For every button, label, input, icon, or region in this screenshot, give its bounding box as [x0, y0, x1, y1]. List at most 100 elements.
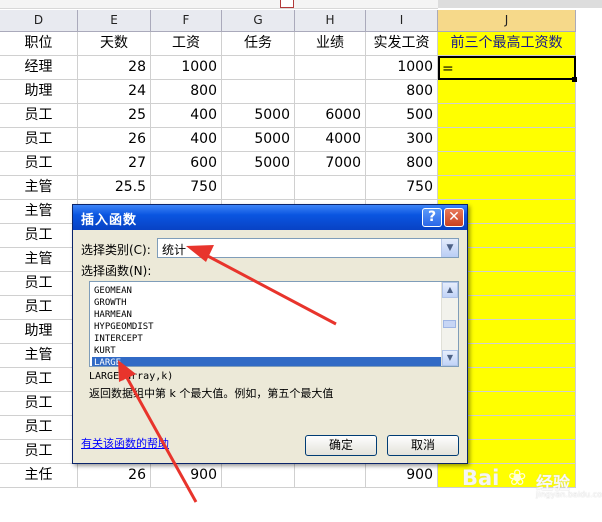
function-list-item[interactable]: GROWTH	[92, 297, 442, 309]
column-header-h[interactable]: H	[295, 10, 366, 32]
function-list-item[interactable]: GEOMEAN	[92, 285, 442, 297]
function-list[interactable]: GEOMEAN GROWTH HARMEAN HYPGEOMDIST INTERCEPT…	[89, 281, 459, 367]
table-cell[interactable]: 600	[151, 152, 222, 176]
active-cell[interactable]: =	[438, 56, 576, 80]
table-cell[interactable]: 400	[151, 128, 222, 152]
ok-button[interactable]: 确定	[305, 435, 377, 456]
table-cell[interactable]	[295, 56, 366, 80]
function-list-item[interactable]: HARMEAN	[92, 309, 442, 321]
function-list-item[interactable]: KURT	[92, 345, 442, 357]
function-syntax: LARGE(array,k)	[89, 371, 174, 382]
table-cell[interactable]: 5000	[222, 152, 295, 176]
table-cell[interactable]: 900	[151, 464, 222, 488]
table-cell[interactable]: 主管	[0, 344, 78, 368]
header-cell[interactable]: 实发工资	[366, 32, 438, 56]
watermark-site: jingyan.baidu.com	[536, 490, 602, 499]
table-cell[interactable]: 4000	[295, 128, 366, 152]
table-cell[interactable]: 员工	[0, 152, 78, 176]
dialog-title-bar[interactable]: 插入函数 ? ✕	[73, 205, 467, 230]
table-cell[interactable]	[438, 176, 576, 200]
watermark-logo: Bai	[462, 466, 500, 490]
table-cell[interactable]: 5000	[222, 128, 295, 152]
table-cell[interactable]: 750	[151, 176, 222, 200]
table-cell[interactable]: 25	[78, 104, 151, 128]
category-label: 选择类别(C):	[81, 243, 151, 257]
table-cell[interactable]: 800	[366, 152, 438, 176]
fill-handle[interactable]	[572, 77, 577, 82]
table-cell[interactable]: 400	[151, 104, 222, 128]
table-cell[interactable]: 28	[78, 56, 151, 80]
table-cell[interactable]: 主管	[0, 200, 78, 224]
scroll-up-icon[interactable]: ▲	[442, 282, 458, 298]
category-select[interactable]: 统计 ▼	[157, 238, 459, 258]
header-cell[interactable]: 前三个最高工资数	[438, 32, 576, 56]
table-cell[interactable]: 26	[78, 128, 151, 152]
column-header-i[interactable]: I	[366, 10, 438, 32]
table-cell[interactable]	[222, 176, 295, 200]
table-cell[interactable]: 员工	[0, 128, 78, 152]
table-cell[interactable]	[222, 80, 295, 104]
table-cell[interactable]: 300	[366, 128, 438, 152]
table-cell[interactable]: 5000	[222, 104, 295, 128]
column-header-e[interactable]: E	[78, 10, 151, 32]
table-cell[interactable]	[222, 464, 295, 488]
table-cell[interactable]: 经理	[0, 56, 78, 80]
column-header-f[interactable]: F	[151, 10, 222, 32]
table-cell[interactable]	[438, 104, 576, 128]
table-cell[interactable]: 1000	[151, 56, 222, 80]
help-link[interactable]: 有关该函数的帮助	[81, 435, 169, 451]
scroll-thumb[interactable]	[443, 320, 456, 328]
table-cell[interactable]	[222, 56, 295, 80]
table-cell[interactable]	[438, 80, 576, 104]
paw-icon: ❀	[508, 466, 527, 491]
header-cell[interactable]: 任务	[222, 32, 295, 56]
table-cell[interactable]: 员工	[0, 368, 78, 392]
table-cell[interactable]: 800	[151, 80, 222, 104]
table-cell[interactable]: 750	[366, 176, 438, 200]
table-cell[interactable]	[295, 464, 366, 488]
table-cell[interactable]: 员工	[0, 392, 78, 416]
table-cell[interactable]: 800	[366, 80, 438, 104]
table-cell[interactable]: 员工	[0, 224, 78, 248]
function-label: 选择函数(N):	[81, 264, 152, 278]
table-cell[interactable]: 员工	[0, 440, 78, 464]
table-cell[interactable]: 主任	[0, 464, 78, 488]
table-cell[interactable]: 27	[78, 152, 151, 176]
table-cell[interactable]: 主管	[0, 176, 78, 200]
table-cell[interactable]	[295, 80, 366, 104]
header-cell[interactable]: 业绩	[295, 32, 366, 56]
table-cell[interactable]: 助理	[0, 80, 78, 104]
table-cell[interactable]: 25.5	[78, 176, 151, 200]
table-cell[interactable]	[295, 176, 366, 200]
header-cell[interactable]: 天数	[78, 32, 151, 56]
header-cell[interactable]: 工资	[151, 32, 222, 56]
table-cell[interactable]	[438, 128, 576, 152]
table-cell[interactable]: 员工	[0, 416, 78, 440]
scroll-down-icon[interactable]: ▼	[442, 350, 458, 366]
table-cell[interactable]: 6000	[295, 104, 366, 128]
table-cell[interactable]: 主管	[0, 248, 78, 272]
help-button[interactable]: ?	[422, 208, 442, 227]
cancel-button[interactable]: 取消	[387, 435, 459, 456]
column-header-g[interactable]: G	[222, 10, 295, 32]
table-cell[interactable]: 7000	[295, 152, 366, 176]
table-cell[interactable]: 员工	[0, 296, 78, 320]
table-cell[interactable]: 900	[366, 464, 438, 488]
table-cell[interactable]: 24	[78, 80, 151, 104]
header-cell[interactable]: 职位	[0, 32, 78, 56]
function-list-item[interactable]: HYPGEOMDIST	[92, 321, 442, 333]
column-header-d[interactable]: D	[0, 10, 78, 32]
table-cell[interactable]	[438, 152, 576, 176]
table-cell[interactable]: 员工	[0, 104, 78, 128]
column-header-j[interactable]: J	[438, 10, 576, 32]
function-list-item[interactable]: LARGE	[92, 357, 442, 366]
table-cell[interactable]: 26	[78, 464, 151, 488]
table-cell[interactable]: 500	[366, 104, 438, 128]
close-button[interactable]: ✕	[444, 208, 464, 227]
table-cell[interactable]: 员工	[0, 272, 78, 296]
chevron-down-icon[interactable]: ▼	[441, 239, 458, 257]
table-cell[interactable]: 助理	[0, 320, 78, 344]
table-cell[interactable]: 1000	[366, 56, 438, 80]
function-list-item[interactable]: INTERCEPT	[92, 333, 442, 345]
list-scrollbar[interactable]: ▲ ▼	[441, 282, 458, 366]
